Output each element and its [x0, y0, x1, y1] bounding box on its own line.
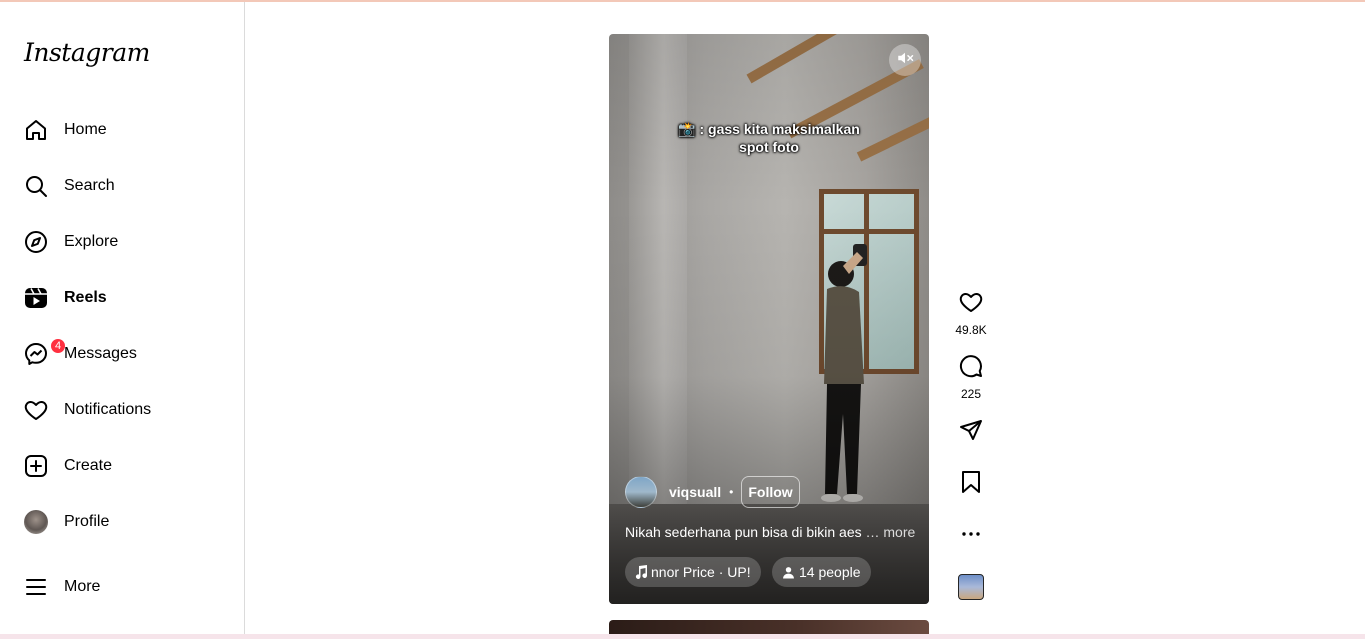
sidebar-item-label: Create: [64, 457, 113, 474]
reel-description: Nikah sederhana pun bisa di bikin aes … …: [625, 524, 915, 540]
ellipsis-icon: [959, 522, 983, 551]
tagged-people-label: 14 people: [799, 564, 861, 580]
reel-video[interactable]: 📸 : gass kita maksimalkan spot foto viqs…: [609, 34, 929, 604]
audio-thumbnail[interactable]: [958, 574, 984, 600]
author-avatar[interactable]: [625, 476, 657, 508]
save-button[interactable]: [951, 470, 991, 499]
tagged-people-pill[interactable]: 14 people: [772, 557, 871, 587]
music-note-icon: [635, 565, 647, 579]
sidebar-item-label: Reels: [64, 289, 107, 306]
sidebar-item-create[interactable]: Create: [12, 442, 232, 490]
messenger-icon: [24, 342, 48, 366]
audio-pill[interactable]: nnor Price · UP!: [625, 557, 761, 587]
home-icon: [24, 118, 48, 142]
heart-icon: [959, 290, 983, 319]
sidebar-item-profile[interactable]: Profile: [12, 498, 232, 546]
sidebar-item-label: Search: [64, 177, 115, 194]
more-options-button[interactable]: [951, 522, 991, 551]
sidebar-item-search[interactable]: Search: [12, 162, 232, 210]
comment-button[interactable]: 225: [951, 354, 991, 401]
reel-author-row: viqsuall • Follow: [625, 476, 800, 508]
sidebar-item-label: Profile: [64, 513, 110, 530]
mute-toggle-button[interactable]: [889, 44, 921, 76]
compass-icon: [24, 230, 48, 254]
overlay-text-line: 📸 : gass kita maksimalkan: [678, 121, 860, 137]
sidebar-item-messages[interactable]: 4 Messages: [12, 330, 232, 378]
instagram-logo[interactable]: Instagram: [24, 38, 150, 67]
sidebar-item-label: Notifications: [64, 401, 152, 418]
overlay-text-line: spot foto: [739, 139, 799, 155]
sidebar-item-home[interactable]: Home: [12, 106, 232, 154]
sidebar-item-reels[interactable]: Reels: [12, 274, 232, 322]
speaker-muted-icon: [896, 49, 914, 72]
plus-square-icon: [24, 454, 48, 478]
person-icon: [783, 566, 794, 578]
sidebar-item-label: Home: [64, 121, 107, 138]
sidebar-item-explore[interactable]: Explore: [12, 218, 232, 266]
menu-icon: [24, 575, 48, 599]
sidebar-item-label: Messages: [64, 345, 137, 362]
sidebar-item-label: More: [64, 578, 101, 595]
more-link[interactable]: … more: [866, 524, 916, 540]
description-text: Nikah sederhana pun bisa di bikin aes: [625, 524, 862, 540]
sidebar: Instagram Home Search Explore Reels 4 Me…: [0, 2, 245, 634]
comment-count: 225: [960, 387, 982, 401]
sidebar-item-label: Explore: [64, 233, 119, 250]
sidebar-item-more[interactable]: More: [12, 563, 232, 611]
share-button[interactable]: [951, 418, 991, 447]
author-username[interactable]: viqsuall: [669, 484, 721, 500]
bookmark-icon: [959, 470, 983, 499]
reels-icon: [24, 286, 48, 310]
like-button[interactable]: 49.8K: [951, 290, 991, 337]
send-icon: [959, 418, 983, 447]
bottom-accent-line: [0, 634, 1365, 639]
follow-button[interactable]: Follow: [741, 476, 800, 508]
search-icon: [24, 174, 48, 198]
sidebar-item-notifications[interactable]: Notifications: [12, 386, 232, 434]
separator-dot: •: [729, 485, 734, 499]
audio-label: nnor Price · UP!: [651, 564, 751, 580]
like-count: 49.8K: [955, 323, 987, 337]
video-overlay-text: 📸 : gass kita maksimalkan spot foto: [609, 120, 929, 156]
heart-icon: [24, 398, 48, 422]
comment-icon: [959, 354, 983, 383]
avatar: [24, 510, 48, 534]
